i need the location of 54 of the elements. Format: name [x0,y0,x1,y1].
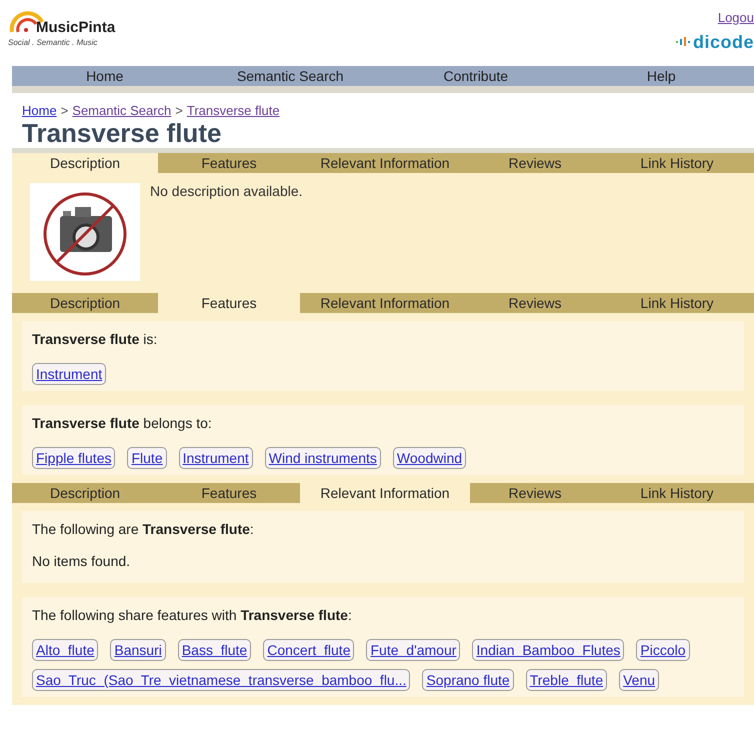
tag-link[interactable]: Bansuri [110,639,166,661]
tab[interactable]: Description [12,293,158,313]
panel-heading: Transverse flute is: [32,331,158,347]
tag-link[interactable]: Sao Truc (Sao Tre vietnamese transverse bamboo flu... [32,669,410,691]
logo-name: MusicPinta [36,19,116,36]
tag-link[interactable]: Instrument [178,447,253,469]
description-text: No description available. [150,183,303,201]
tag-link[interactable]: Piccolo [636,639,690,661]
tab[interactable]: Reviews [470,293,600,313]
panel-heading: Transverse flute belongs to: [32,415,213,431]
tag-link[interactable]: Wind instruments [264,447,381,469]
breadcrumb-link[interactable]: Semantic Search [72,103,172,118]
tag-link[interactable]: Soprano flute [422,669,514,691]
tab[interactable]: Relevant Information [300,483,470,503]
panel-heading: The following are Transverse flute: [32,521,255,537]
tab[interactable]: Relevant Information [300,153,470,173]
tag-link[interactable]: Alto flute [32,639,98,661]
breadcrumb-link[interactable]: Transverse flute [186,103,280,118]
logout-link[interactable]: Logou [718,10,754,25]
breadcrumb-separator: > [60,103,68,118]
breadcrumb-link[interactable]: Home [22,103,57,118]
tagline: Social . Semantic . Music [8,38,98,47]
tab[interactable]: Features [158,483,300,503]
tag-link[interactable]: Venu [619,669,660,691]
nav-item[interactable]: Contribute [383,66,568,86]
tag-link[interactable]: Instrument [32,363,106,385]
tab[interactable]: Features [158,153,300,173]
tag-link[interactable]: Treble flute [526,669,608,691]
tag-link[interactable]: Fipple flutes [32,447,116,469]
page-title: Transverse flute [22,118,222,148]
tab[interactable]: Description [12,153,158,173]
nav-item[interactable]: Home [12,66,198,86]
tag-link[interactable]: Flute [127,447,167,469]
partner-logo: dicode [692,33,754,51]
nav-item[interactable]: Semantic Search [198,66,383,86]
tab[interactable]: Features [158,293,300,313]
tag-link[interactable]: Indian Bamboo Flutes [472,639,624,661]
tag-link[interactable]: Bass flute [178,639,252,661]
tab[interactable]: Link History [600,153,754,173]
empty-message: No items found. [32,553,132,569]
dots-icon [676,36,690,48]
tag-link[interactable]: Concert flute [263,639,354,661]
tab[interactable]: Description [12,483,158,503]
tab[interactable]: Link History [600,483,754,503]
tab[interactable]: Reviews [470,153,600,173]
breadcrumb-separator: > [175,103,183,118]
nav-item[interactable]: Help [568,66,754,86]
tab[interactable]: Reviews [470,483,600,503]
tab[interactable]: Relevant Information [300,293,470,313]
no-photo-icon [30,183,140,281]
tag-link[interactable]: Fute d'amour [366,639,460,661]
panel-heading: The following share features with Transverse flute: [32,607,353,623]
tag-link[interactable]: Woodwind [392,447,466,469]
tab[interactable]: Link History [600,293,754,313]
